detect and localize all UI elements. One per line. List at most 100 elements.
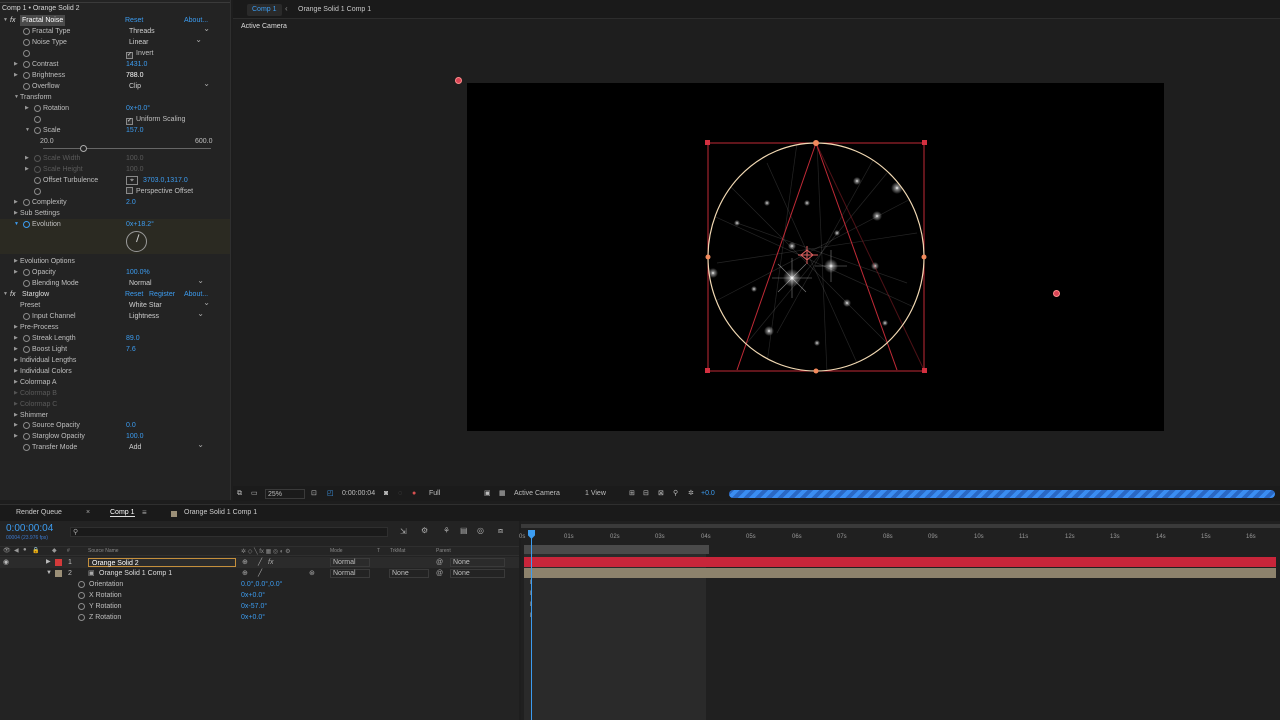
stopwatch-icon[interactable] (34, 127, 41, 134)
transparency-grid-icon[interactable]: ▦ (499, 489, 506, 499)
fx-switch-icon[interactable]: fx (268, 557, 273, 568)
tab-comp-1[interactable]: Comp 1 (247, 4, 282, 16)
reset-button[interactable]: Reset (125, 289, 143, 300)
resolution-dropdown[interactable]: Full (429, 489, 479, 499)
stopwatch-icon[interactable] (34, 188, 41, 195)
effect-header-fractal-noise[interactable]: ▼ fx Fractal Noise Reset About... (0, 15, 230, 26)
timeline-icon[interactable]: ⊠ (658, 489, 664, 499)
roi-icon[interactable]: ▣ (484, 489, 491, 499)
stopwatch-icon[interactable] (23, 280, 30, 287)
rotation-value[interactable]: 0x+0.0° (126, 103, 150, 114)
stopwatch-icon[interactable] (23, 199, 30, 206)
group-individual-lengths[interactable]: ▶ Individual Lengths (0, 355, 230, 366)
collapse-icon[interactable]: ⊕ (242, 557, 248, 568)
graph-editor-icon[interactable]: ⧈ (498, 526, 503, 536)
evolution-dial[interactable] (126, 231, 147, 252)
effect-name[interactable]: Starglow (22, 289, 49, 300)
layer-name[interactable]: Orange Solid 2 (88, 558, 236, 567)
overflow-dropdown[interactable]: Clip (126, 79, 214, 91)
uniform-scaling-checkbox[interactable]: ✓ (126, 118, 133, 125)
collapse-icon[interactable]: ⊕ (242, 568, 248, 579)
layer-row[interactable]: ▼ 2 ▣ Orange Solid 1 Comp 1 ⊕ ╱ ⊛ Normal… (0, 568, 519, 579)
navigator-bar[interactable] (521, 524, 1280, 528)
stopwatch-icon[interactable] (23, 335, 30, 342)
frame-blend-icon[interactable]: ▤ (460, 526, 468, 535)
shy-icon[interactable]: ⚘ (443, 526, 450, 535)
quality-icon[interactable]: ╱ (258, 557, 262, 568)
fast-preview-icon[interactable]: ⊟ (643, 489, 649, 499)
parent-dropdown[interactable]: None (450, 558, 505, 567)
toggle-pixel-icon[interactable]: ⊞ (629, 489, 635, 499)
viewer-options-icon[interactable]: ⧉ (237, 489, 242, 499)
stopwatch-icon[interactable] (23, 39, 30, 46)
parent-dropdown[interactable]: None (450, 569, 505, 578)
group-colormap-a[interactable]: ▶ Colormap A (0, 377, 230, 388)
stopwatch-icon[interactable] (78, 592, 85, 599)
stopwatch-icon[interactable] (23, 28, 30, 35)
playhead-line[interactable] (531, 538, 532, 720)
label-color-swatch[interactable] (55, 570, 62, 577)
menu-icon[interactable]: ≡ (142, 508, 147, 517)
current-timecode[interactable]: 0:00:00:04 (6, 523, 53, 534)
exposure-value[interactable]: +0.0 (701, 489, 715, 499)
light-point-handle[interactable] (455, 77, 462, 84)
stopwatch-icon[interactable] (23, 269, 30, 276)
light-point-handle[interactable] (1053, 290, 1060, 297)
y-rotation-value[interactable]: 0x-57.0° (241, 601, 267, 612)
view-layout-dropdown[interactable]: 1 View (585, 489, 623, 499)
column-mode[interactable]: Mode (330, 548, 343, 554)
layer-name[interactable]: Orange Solid 1 Comp 1 (99, 568, 172, 579)
column-trkmat[interactable]: TrkMat (390, 548, 405, 554)
source-opacity-value[interactable]: 0.0 (126, 420, 136, 431)
stopwatch-icon[interactable] (78, 603, 85, 610)
trkmat-dropdown[interactable]: None (389, 569, 429, 578)
perspective-offset-checkbox[interactable] (126, 187, 133, 194)
stopwatch-icon[interactable] (34, 105, 41, 112)
group-individual-colors[interactable]: ▶ Individual Colors (0, 366, 230, 377)
stopwatch-icon[interactable] (23, 444, 30, 451)
pickwhip-icon[interactable]: @ (436, 568, 443, 579)
stopwatch-icon[interactable] (23, 422, 30, 429)
stopwatch-icon[interactable] (23, 72, 30, 79)
tab-render-queue[interactable]: Render Queue (16, 509, 62, 516)
orientation-value[interactable]: 0.0°,0.0°,0.0° (241, 579, 282, 590)
mode-dropdown[interactable]: Normal (330, 558, 370, 567)
composition-canvas[interactable] (467, 83, 1164, 431)
blending-mode-dropdown[interactable]: Normal (126, 276, 208, 288)
group-sub-settings[interactable]: ▶ Sub Settings (0, 208, 230, 219)
offset-turbulence-value[interactable]: 3703.0,1317.0 (143, 175, 188, 186)
flowchart-icon[interactable]: ⚲ (673, 489, 678, 499)
pickwhip-icon[interactable]: @ (436, 557, 443, 568)
zoom-dropdown[interactable]: 25% (265, 489, 305, 499)
stopwatch-icon[interactable] (34, 177, 41, 184)
group-transform[interactable]: ▼ Transform (0, 92, 230, 103)
stopwatch-icon[interactable] (23, 50, 30, 57)
crosshair-icon[interactable]: ⌖ (126, 176, 138, 185)
close-icon[interactable]: × (86, 509, 90, 516)
stopwatch-icon[interactable] (23, 346, 30, 353)
tab-comp-1[interactable]: Comp 1 (110, 509, 135, 517)
timecode-display[interactable]: 0:00:00:04 (342, 489, 375, 499)
stopwatch-icon[interactable] (23, 61, 30, 68)
effect-name[interactable]: Fractal Noise (20, 15, 66, 26)
work-area-bar[interactable] (524, 545, 709, 554)
stopwatch-icon[interactable] (78, 581, 85, 588)
expand-arrow-icon[interactable]: ▼ (46, 568, 52, 579)
stopwatch-icon[interactable] (23, 83, 30, 90)
quality-icon[interactable]: ╱ (258, 568, 262, 579)
scale-slider-track[interactable] (43, 148, 211, 149)
stopwatch-icon[interactable] (23, 433, 30, 440)
transfer-mode-dropdown[interactable]: Add (126, 440, 208, 452)
camera-icon[interactable]: ◙ (384, 489, 388, 499)
evolution-value[interactable]: 0x+18.2° (126, 219, 154, 230)
noise-type-dropdown[interactable]: Linear (126, 35, 206, 47)
starglow-opacity-value[interactable]: 100.0 (126, 431, 144, 442)
layer-bar-orange-solid-2[interactable] (524, 557, 1276, 567)
group-evolution-options[interactable]: ▶ Evolution Options (0, 256, 230, 267)
fit-icon[interactable]: ⊡ (311, 489, 317, 499)
scale-slider-handle[interactable] (80, 145, 87, 152)
camera-view-dropdown[interactable]: Active Camera (514, 489, 576, 499)
register-button[interactable]: Register (149, 289, 175, 300)
input-channel-dropdown[interactable]: Lightness (126, 309, 208, 321)
effect-header-starglow[interactable]: ▼ fx Starglow Reset Register About... (0, 289, 230, 300)
